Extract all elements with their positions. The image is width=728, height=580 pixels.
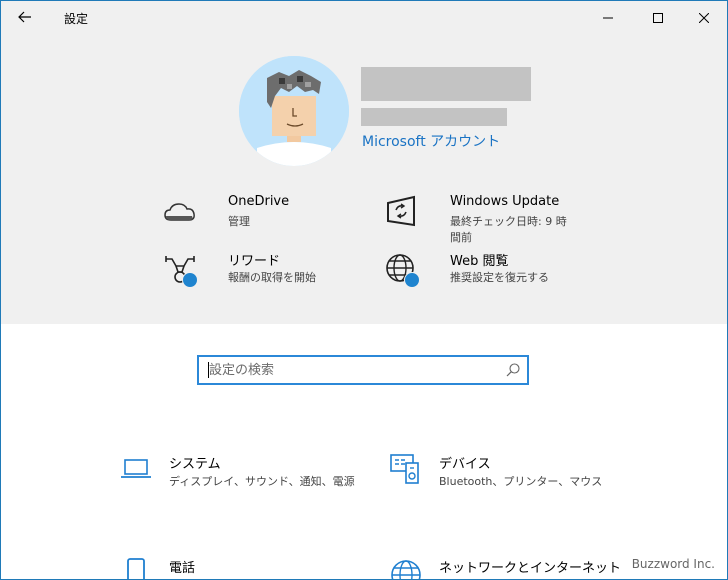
- text-cursor: [208, 362, 209, 378]
- quick-link-web-browsing[interactable]: Web 閲覧 推奨設定を復元する: [384, 250, 584, 296]
- laptop-icon: [121, 459, 151, 478]
- microsoft-account-link[interactable]: Microsoft アカウント: [362, 131, 500, 151]
- quick-link-subtitle: 最終チェック日時: 9 時間前: [450, 215, 567, 244]
- account-email-redacted: [361, 108, 507, 126]
- category-title: ネットワークとインターネット: [439, 561, 622, 576]
- settings-window: 設定 Microsoft アカウント OneDrive 管理 Windows U…: [0, 0, 728, 580]
- category-title: 電話: [169, 561, 196, 576]
- back-button[interactable]: [11, 5, 39, 29]
- category-devices[interactable]: デバイス Bluetooth、プリンター、マウス: [390, 453, 630, 497]
- minimize-icon: [603, 17, 613, 18]
- quick-link-subtitle: 管理: [228, 215, 250, 228]
- window-title: 設定: [64, 12, 89, 26]
- category-subtitle: Bluetooth、プリンター、マウス: [439, 475, 603, 488]
- search-input[interactable]: [199, 357, 499, 383]
- watermark: Buzzword Inc.: [631, 557, 715, 571]
- user-avatar-icon: [239, 56, 349, 166]
- category-subtitle: ディスプレイ、サウンド、通知、電源: [169, 475, 355, 488]
- account-header: Microsoft アカウント OneDrive 管理 Windows Upda…: [1, 34, 727, 324]
- back-arrow-icon: [18, 11, 31, 23]
- notification-badge: [404, 272, 420, 288]
- quick-link-rewards[interactable]: リワード 報酬の取得を開始: [162, 250, 362, 296]
- phone-icon: [127, 558, 145, 579]
- settings-search-box[interactable]: [197, 355, 529, 385]
- maximize-icon: [653, 12, 663, 23]
- close-icon: [699, 12, 709, 23]
- category-system[interactable]: システム ディスプレイ、サウンド、通知、電源: [120, 453, 360, 497]
- account-name-redacted: [361, 67, 531, 101]
- quick-link-windows-update[interactable]: Windows Update 最終チェック日時: 9 時間前: [384, 194, 584, 244]
- maximize-button[interactable]: [635, 1, 681, 34]
- minimize-button[interactable]: [585, 1, 631, 34]
- notification-badge: [182, 272, 198, 288]
- quick-link-title: OneDrive: [228, 194, 290, 209]
- avatar[interactable]: [239, 56, 349, 166]
- quick-link-title: リワード: [228, 254, 281, 269]
- category-network[interactable]: ネットワークとインターネット: [390, 557, 670, 579]
- category-phone[interactable]: 電話: [120, 557, 360, 579]
- network-globe-icon: [391, 560, 421, 579]
- devices-icon: [390, 454, 419, 484]
- quick-link-title: Windows Update: [450, 194, 560, 209]
- quick-link-onedrive[interactable]: OneDrive 管理: [162, 194, 362, 234]
- quick-link-title: Web 閲覧: [450, 254, 509, 269]
- search-icon[interactable]: [505, 362, 521, 378]
- cloud-icon: [164, 203, 195, 221]
- category-title: システム: [169, 457, 221, 472]
- update-icon: [387, 195, 415, 227]
- category-title: デバイス: [439, 457, 491, 472]
- quick-link-subtitle: 推奨設定を復元する: [450, 271, 549, 284]
- quick-link-subtitle: 報酬の取得を開始: [228, 271, 316, 284]
- title-bar: 設定: [1, 1, 727, 34]
- close-button[interactable]: [681, 1, 727, 34]
